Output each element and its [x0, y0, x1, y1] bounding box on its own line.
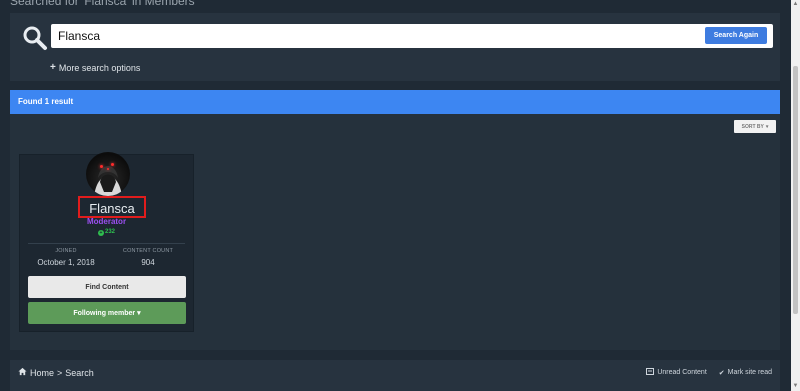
breadcrumb-separator: > — [57, 367, 63, 378]
avatar[interactable] — [86, 152, 130, 196]
search-icon[interactable] — [22, 25, 48, 51]
following-member-button[interactable]: Following member ▾ — [28, 302, 186, 324]
scroll-down-arrow-icon[interactable]: ▼ — [791, 382, 800, 391]
home-icon[interactable] — [18, 367, 27, 378]
stat-content-count: CONTENT COUNT 904 — [108, 248, 188, 267]
results-count: Found 1 result — [18, 97, 74, 106]
search-panel: Flansca Search Again + More search optio… — [10, 13, 780, 81]
avatar-eye-center — [107, 168, 109, 170]
caret-down-icon: ▾ — [137, 310, 141, 317]
stat-joined: JOINED October 1, 2018 — [26, 248, 106, 267]
sort-by-label: SORT BY — [741, 123, 764, 130]
mark-site-read-link[interactable]: ✔ Mark site read — [719, 368, 772, 377]
vertical-scrollbar[interactable]: ▲ ▼ — [791, 0, 800, 391]
member-card: Flansca Moderator +232 JOINED October 1,… — [19, 152, 194, 332]
find-content-button[interactable]: Find Content — [28, 276, 186, 298]
member-name-link[interactable]: Flansca — [80, 201, 144, 216]
avatar-eye-left — [100, 165, 103, 168]
search-again-button[interactable]: Search Again — [705, 27, 767, 44]
plus-icon: + — [50, 62, 56, 73]
unread-content-label: Unread Content — [657, 369, 707, 376]
scroll-up-arrow-icon[interactable]: ▲ — [791, 0, 800, 9]
member-group: Moderator — [86, 217, 127, 226]
content-count-label: CONTENT COUNT — [122, 248, 174, 254]
results-header: Found 1 result — [10, 90, 780, 114]
plus-circle-icon: + — [97, 230, 104, 236]
breadcrumb-current[interactable]: Search — [65, 368, 94, 378]
more-search-options-link[interactable]: + More search options — [50, 62, 140, 73]
caret-down-icon: ▾ — [765, 123, 769, 130]
breadcrumb: Home > Search — [18, 367, 94, 378]
sort-by-button[interactable]: SORT BY ▾ — [734, 120, 776, 133]
content-count-value: 904 — [141, 258, 155, 267]
page-header-text: Searched for 'Flansca' in Members — [10, 0, 195, 8]
checkmark-icon: ✔ — [718, 369, 725, 377]
member-name-highlight: Flansca — [78, 196, 146, 218]
footer-links: Unread Content ✔ Mark site read — [646, 368, 772, 377]
joined-value: October 1, 2018 — [37, 258, 95, 267]
mark-site-read-label: Mark site read — [727, 369, 772, 376]
footer-bar: Home > Search Unread Content ✔ Mark site… — [10, 360, 780, 391]
search-input-value: Flansca — [58, 29, 101, 43]
breadcrumb-home[interactable]: Home — [30, 368, 54, 378]
search-input[interactable]: Flansca Search Again — [51, 24, 773, 48]
following-member-label: Following member — [73, 309, 136, 317]
joined-label: JOINED — [55, 248, 77, 254]
reputation-value: 232 — [104, 229, 115, 235]
scrollbar-thumb[interactable] — [793, 66, 798, 314]
avatar-eye-right — [111, 163, 114, 166]
unread-content-icon — [646, 368, 655, 377]
results-area: SORT BY ▾ Flansca Moderator +232 JOINED … — [10, 114, 780, 350]
card-divider — [28, 243, 185, 244]
unread-content-link[interactable]: Unread Content — [646, 368, 707, 377]
reputation-badge: +232 — [20, 229, 193, 236]
more-search-options-label: More search options — [58, 62, 141, 73]
